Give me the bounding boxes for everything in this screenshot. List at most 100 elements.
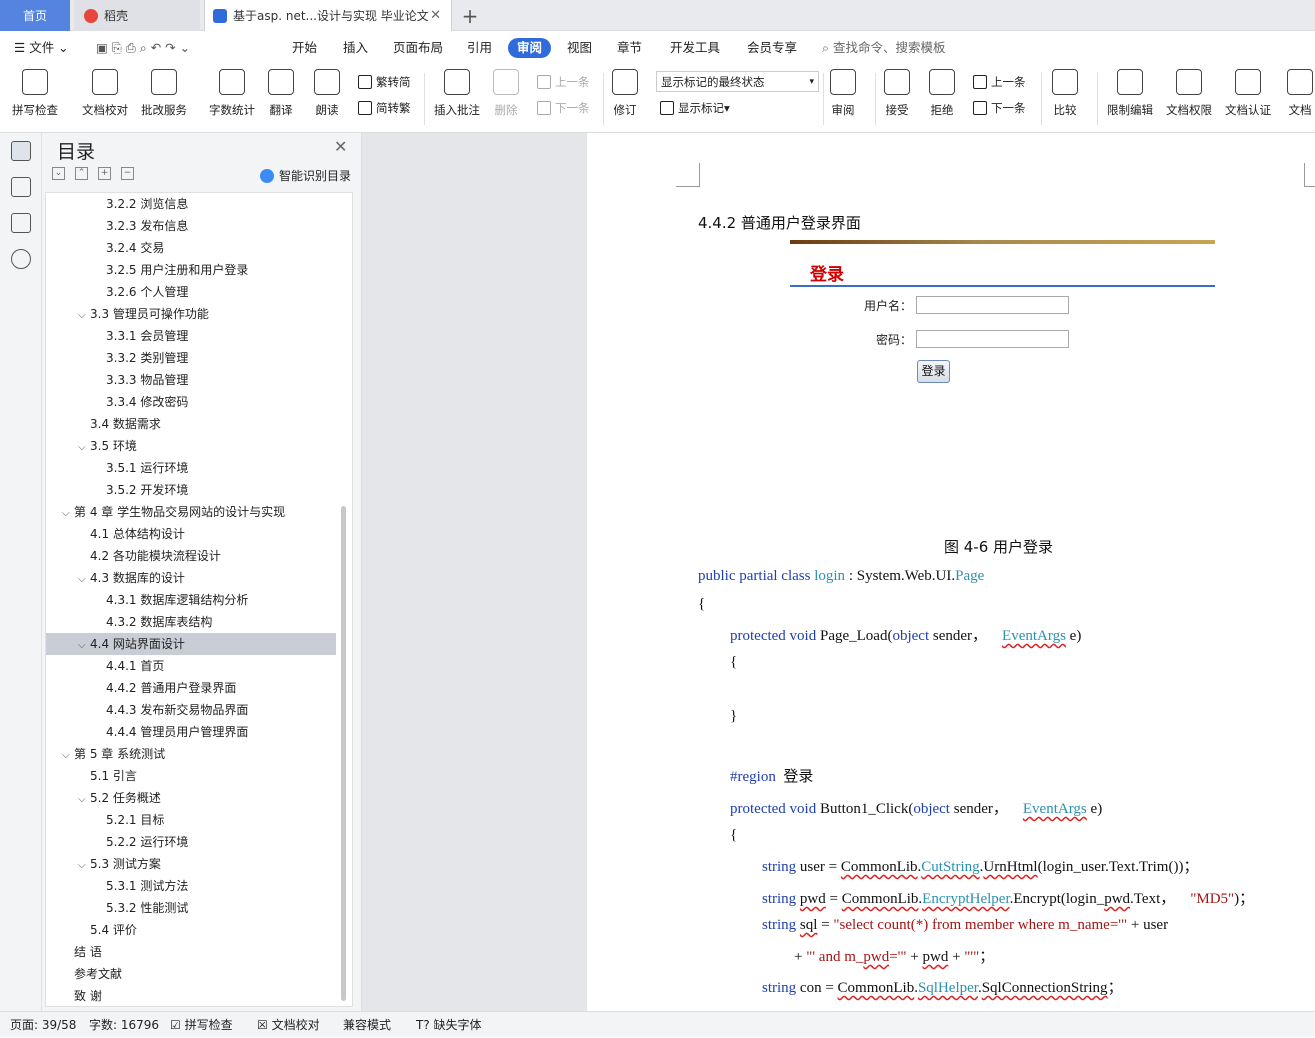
toc-item[interactable]: 3.3.1 会员管理	[46, 325, 336, 347]
menu-view[interactable]: 视图	[567, 31, 592, 65]
delete-comment-button[interactable]: 删除	[493, 69, 519, 118]
search-icon[interactable]	[11, 249, 31, 269]
file-menu[interactable]: ☰ 文件 ⌄	[14, 31, 69, 65]
close-tab-icon[interactable]: ✕	[430, 8, 441, 23]
word-count[interactable]: 字数: 16796	[89, 1012, 159, 1038]
menu-layout[interactable]: 页面布局	[393, 31, 443, 65]
review-pane-button[interactable]: 审阅	[830, 69, 856, 118]
chevron-down-icon[interactable]: ⌵	[62, 503, 74, 525]
toc-item[interactable]: 3.4 数据需求	[46, 413, 336, 435]
insert-comment-button[interactable]: 插入批注	[434, 69, 480, 118]
add-item-icon[interactable]: +	[98, 167, 111, 180]
toc-item[interactable]: 4.4.4 管理员用户管理界面	[46, 721, 336, 743]
chevron-down-icon[interactable]: ⌵	[78, 789, 90, 811]
search-commands[interactable]: ⌕ 查找命令、搜索模板	[822, 31, 946, 65]
collapse-up-icon[interactable]: ⌃	[75, 167, 88, 180]
toc-item[interactable]: 3.2.2 浏览信息	[46, 193, 336, 215]
toc-item[interactable]: ⌵ 3.3 管理员可操作功能	[46, 303, 336, 325]
read-aloud-button[interactable]: 朗读	[314, 69, 340, 118]
new-tab-button[interactable]: +	[455, 0, 485, 31]
trad-to-simp-button[interactable]: 繁转简	[358, 74, 411, 90]
toc-item[interactable]: ⌵ 第 5 章 系统测试	[46, 743, 336, 765]
smart-toc-button[interactable]: 智能识别目录	[260, 167, 351, 184]
chevron-down-icon[interactable]: ⌵	[78, 437, 90, 459]
menu-insert[interactable]: 插入	[343, 31, 368, 65]
close-icon[interactable]: ✕	[334, 137, 347, 156]
next-comment-button[interactable]: 下一条	[537, 100, 590, 116]
toc-item[interactable]: 4.2 各功能模块流程设计	[46, 545, 336, 567]
chevron-down-icon[interactable]: ⌵	[78, 855, 90, 877]
menu-reference[interactable]: 引用	[467, 31, 492, 65]
word-count-button[interactable]: 字数统计	[209, 69, 255, 118]
menu-devtools[interactable]: 开发工具	[670, 31, 720, 65]
menu-review[interactable]: 审阅	[508, 38, 552, 58]
toc-item[interactable]: ⌵ 5.2 任务概述	[46, 787, 336, 809]
menu-member[interactable]: 会员专享	[747, 31, 797, 65]
missing-font-button[interactable]: T? 缺失字体	[416, 1012, 482, 1038]
next-change-button[interactable]: 下一条	[973, 100, 1026, 116]
chevron-down-icon[interactable]: ⌵	[62, 745, 74, 767]
toc-item[interactable]: ⌵ 4.4 网站界面设计	[46, 633, 336, 655]
status-doc-proof[interactable]: ☒ 文档校对	[257, 1012, 320, 1038]
markup-state-select[interactable]: 显示标记的最终状态 ▾	[656, 71, 819, 92]
toc-item[interactable]: 3.3.3 物品管理	[46, 369, 336, 391]
prev-comment-button[interactable]: 上一条	[537, 74, 590, 90]
toc-panel-icon[interactable]	[11, 141, 31, 161]
doc-proof-button[interactable]: 文档校对	[82, 69, 128, 118]
toc-item[interactable]: 5.2.2 运行环境	[46, 831, 336, 853]
toc-item[interactable]: 参考文献	[46, 963, 336, 985]
toc-item[interactable]: 3.2.4 交易	[46, 237, 336, 259]
doc-more-button[interactable]: 文档	[1287, 69, 1313, 118]
spell-check-button[interactable]: 拼写检查	[12, 69, 58, 118]
accept-button[interactable]: 接受	[884, 69, 910, 118]
track-changes-button[interactable]: 修订	[612, 69, 638, 118]
toc-item[interactable]: 3.3.2 类别管理	[46, 347, 336, 369]
toc-item[interactable]: ⌵ 4.3 数据库的设计	[46, 567, 336, 589]
toc-item[interactable]: 致 谢	[46, 985, 336, 1006]
chevron-down-icon[interactable]: ⌵	[78, 569, 90, 591]
toc-item[interactable]: 4.3.2 数据库表结构	[46, 611, 336, 633]
toc-item[interactable]: ⌵ 3.5 环境	[46, 435, 336, 457]
simp-to-trad-button[interactable]: 简转繁	[358, 100, 411, 116]
chevron-down-icon[interactable]: ⌵	[78, 635, 90, 657]
compare-button[interactable]: 比较	[1052, 69, 1078, 118]
toc-item[interactable]: 5.4 评价	[46, 919, 336, 941]
toc-item[interactable]: 3.3.4 修改密码	[46, 391, 336, 413]
toc-item[interactable]: 4.3.1 数据库逻辑结构分析	[46, 589, 336, 611]
restrict-editing-button[interactable]: 限制编辑	[1107, 69, 1153, 118]
toc-item[interactable]: 5.1 引言	[46, 765, 336, 787]
toc-item[interactable]: 5.2.1 目标	[46, 809, 336, 831]
toc-item[interactable]: 结 语	[46, 941, 336, 963]
toc-item[interactable]: 4.4.1 首页	[46, 655, 336, 677]
chapter-nav-icon[interactable]	[11, 177, 31, 197]
page-count[interactable]: 页面: 39/58	[10, 1012, 76, 1038]
prev-change-button[interactable]: 上一条	[973, 74, 1026, 90]
toc-item[interactable]: 3.2.3 发布信息	[46, 215, 336, 237]
toc-item[interactable]: ⌵ 第 4 章 学生物品交易网站的设计与实现	[46, 501, 336, 523]
tab-home[interactable]: 首页	[0, 0, 70, 31]
tab-document[interactable]: 基于asp. net...设计与实现 毕业论文 ✕	[204, 0, 452, 31]
toc-item[interactable]: 4.4.2 普通用户登录界面	[46, 677, 336, 699]
doc-rights-button[interactable]: 文档权限	[1166, 69, 1212, 118]
reject-button[interactable]: 拒绝	[929, 69, 955, 118]
doc-cert-button[interactable]: 文档认证	[1225, 69, 1271, 118]
toc-item[interactable]: 5.3.1 测试方法	[46, 875, 336, 897]
translate-button[interactable]: 翻译	[268, 69, 294, 118]
menu-chapter[interactable]: 章节	[617, 31, 642, 65]
toc-item[interactable]: 4.4.3 发布新交易物品界面	[46, 699, 336, 721]
toc-item[interactable]: 3.2.5 用户注册和用户登录	[46, 259, 336, 281]
toc-item[interactable]: 4.1 总体结构设计	[46, 523, 336, 545]
toc-item[interactable]: 3.2.6 个人管理	[46, 281, 336, 303]
quick-access-toolbar[interactable]: ▣ ⎘ ⎙ ⌕ ↶ ↷ ⌄	[96, 31, 190, 65]
status-spell-check[interactable]: ☑ 拼写检查	[170, 1012, 233, 1038]
show-markup-button[interactable]: 显示标记 ▾	[660, 100, 730, 116]
toc-item[interactable]: 3.5.2 开发环境	[46, 479, 336, 501]
annotate-service-button[interactable]: 批改服务	[141, 69, 187, 118]
toc-scrollbar[interactable]	[341, 506, 346, 1001]
remove-item-icon[interactable]: −	[121, 167, 134, 180]
chevron-down-icon[interactable]: ⌵	[78, 305, 90, 327]
bookmark-icon[interactable]	[11, 213, 31, 233]
toc-item[interactable]: 3.5.1 运行环境	[46, 457, 336, 479]
expand-down-icon[interactable]: ⌄	[52, 167, 65, 180]
menu-start[interactable]: 开始	[292, 31, 317, 65]
